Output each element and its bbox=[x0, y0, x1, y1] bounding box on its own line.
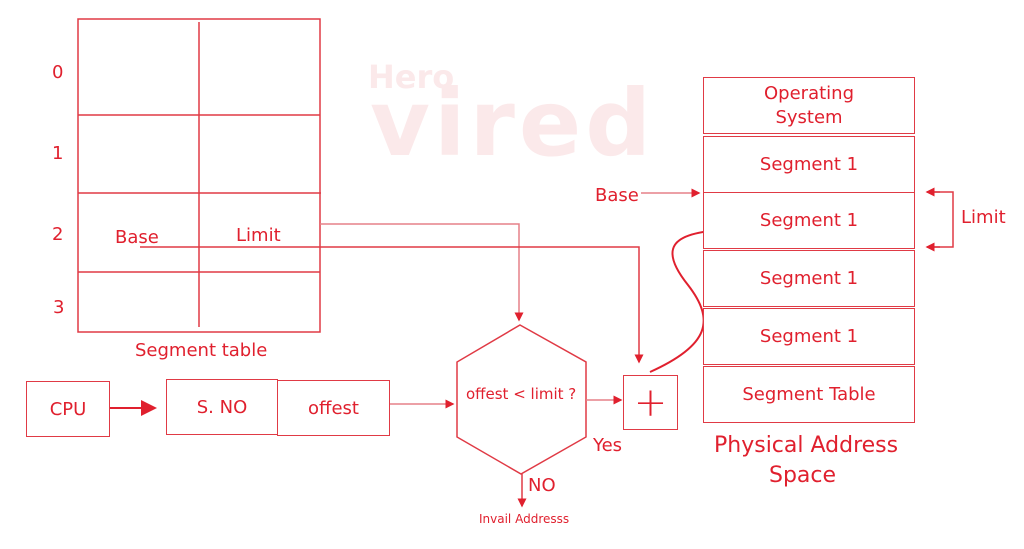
memory-base-label: Base bbox=[595, 185, 639, 206]
physical-address-caption-1: Physical Address bbox=[714, 433, 899, 458]
memory-block-segment: Segment 1 bbox=[703, 192, 915, 249]
row-label-1: 1 bbox=[52, 143, 64, 164]
segment-table-caption: Segment table bbox=[135, 340, 268, 361]
no-label: NO bbox=[528, 475, 556, 496]
segment-number-label: S. NO bbox=[196, 396, 248, 418]
limit-cell-label: Limit bbox=[236, 225, 281, 246]
segment-number-box: S. NO bbox=[166, 379, 278, 435]
memory-block-os: Operating System bbox=[703, 77, 915, 134]
cpu-box: CPU bbox=[26, 381, 110, 437]
adder-box: + bbox=[623, 375, 678, 430]
memory-block-segment: Segment 1 bbox=[703, 136, 915, 193]
base-cell-label: Base bbox=[115, 227, 159, 248]
row-label-0: 0 bbox=[52, 62, 64, 83]
decision-condition: offest < limit ? bbox=[466, 385, 577, 403]
memory-limit-label: Limit bbox=[961, 207, 1006, 228]
row-label-3: 3 bbox=[53, 297, 65, 318]
memory-block-segment: Segment 1 bbox=[703, 250, 915, 307]
plus-icon: + bbox=[633, 379, 668, 426]
offset-box: offest bbox=[277, 380, 390, 436]
memory-block-segment-table: Segment Table bbox=[703, 366, 915, 423]
invalid-address-label: Invail Addresss bbox=[479, 512, 570, 526]
cpu-label: CPU bbox=[49, 398, 87, 420]
memory-block-segment: Segment 1 bbox=[703, 308, 915, 365]
row-label-2: 2 bbox=[52, 224, 64, 245]
limit-connector bbox=[320, 223, 524, 322]
segment-table-grid bbox=[77, 18, 321, 333]
limit-bracket bbox=[928, 191, 954, 248]
offset-label: offest bbox=[308, 397, 359, 419]
physical-address-caption-2: Space bbox=[769, 463, 837, 488]
yes-label: Yes bbox=[593, 435, 623, 456]
